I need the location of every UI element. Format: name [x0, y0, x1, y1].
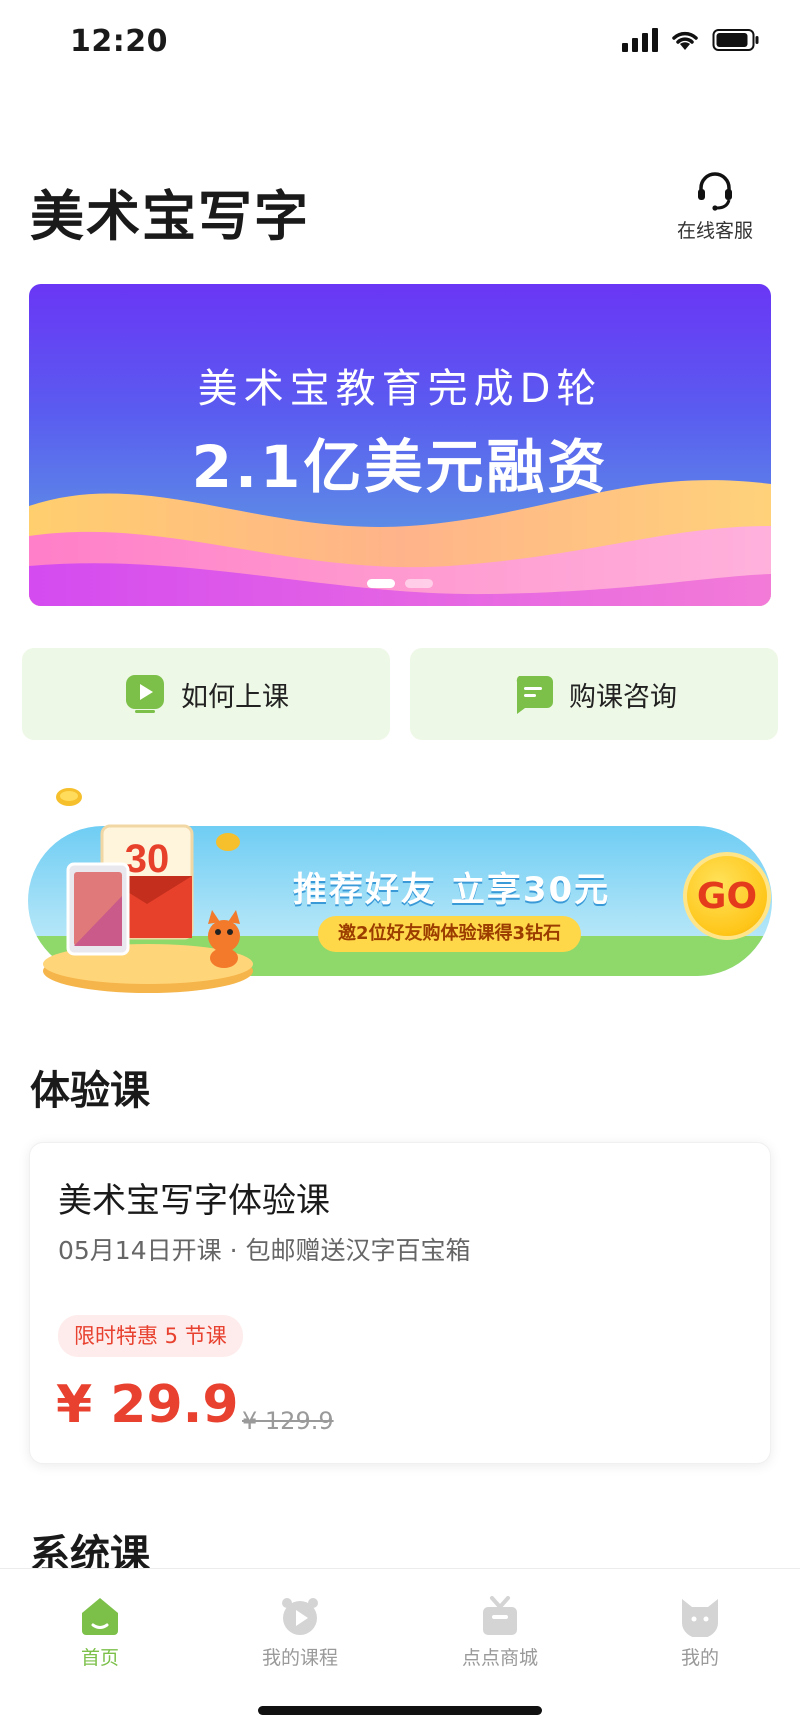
referral-subtitle: 邀2位好友购体验课得3钻石	[318, 916, 582, 952]
wifi-icon	[670, 28, 700, 52]
trial-section-title: 体验课	[30, 1068, 150, 1114]
purchase-consult-button[interactable]: 购课咨询	[410, 648, 778, 740]
status-bar: 12:20	[0, 0, 800, 90]
profile-icon	[682, 1599, 718, 1637]
tab-label: 我的	[680, 1647, 719, 1669]
how-to-attend-button[interactable]: 如何上课	[22, 648, 390, 740]
quick-action-label: 购课咨询	[569, 681, 677, 713]
coin-icon	[56, 788, 82, 806]
course-original-price: ¥ 129.9	[242, 1407, 334, 1435]
go-label: GO	[696, 875, 758, 917]
online-service-button[interactable]: 在线客服	[660, 168, 770, 243]
tab-label: 首页	[80, 1647, 119, 1669]
status-icons	[622, 28, 760, 52]
go-button[interactable]: GO	[683, 852, 771, 940]
home-indicator	[258, 1706, 542, 1715]
shop-icon	[483, 1596, 517, 1635]
course-subtitle: 05月14日开课 · 包邮赠送汉字百宝箱	[58, 1236, 471, 1265]
course-price: ¥ 29.9	[56, 1375, 239, 1435]
online-service-label: 在线客服	[676, 220, 753, 242]
tab-home[interactable]: 首页	[40, 1595, 160, 1670]
carousel-dot-active	[367, 579, 395, 588]
referral-illustration: 30	[43, 824, 253, 993]
tab-profile[interactable]: 我的	[640, 1595, 760, 1670]
course-title: 美术宝写字体验课	[58, 1181, 330, 1221]
chat-icon	[516, 676, 553, 714]
carousel-indicator	[29, 579, 771, 588]
status-time: 12:20	[70, 24, 168, 59]
play-icon	[126, 675, 164, 713]
tab-label: 我的课程	[261, 1647, 338, 1669]
course-icon	[282, 1598, 318, 1635]
referral-title: 推荐好友 立享30元	[293, 870, 611, 910]
quick-action-label: 如何上课	[181, 681, 289, 713]
signal-icon	[622, 28, 658, 52]
banner-headline: 美术宝教育完成D轮	[197, 366, 603, 412]
page-title: 美术宝写字	[30, 185, 310, 248]
tab-label: 点点商城	[461, 1647, 538, 1669]
headset-icon	[698, 172, 732, 211]
banner-subheadline: 2.1亿美元融资	[191, 433, 609, 501]
promo-banner[interactable]: 美术宝教育完成D轮 2.1亿美元融资	[29, 284, 771, 606]
promo-tag: 限时特惠 5 节课	[58, 1315, 243, 1357]
tab-shop[interactable]: 点点商城	[440, 1595, 560, 1670]
battery-icon	[712, 28, 760, 52]
referral-badge-number: 30	[125, 837, 170, 881]
trial-course-card[interactable]: 美术宝写字体验课 05月14日开课 · 包邮赠送汉字百宝箱 限时特惠 5 节课 …	[29, 1142, 771, 1464]
home-icon	[82, 1598, 118, 1635]
tab-my-courses[interactable]: 我的课程	[240, 1595, 360, 1670]
carousel-dot	[405, 579, 433, 588]
